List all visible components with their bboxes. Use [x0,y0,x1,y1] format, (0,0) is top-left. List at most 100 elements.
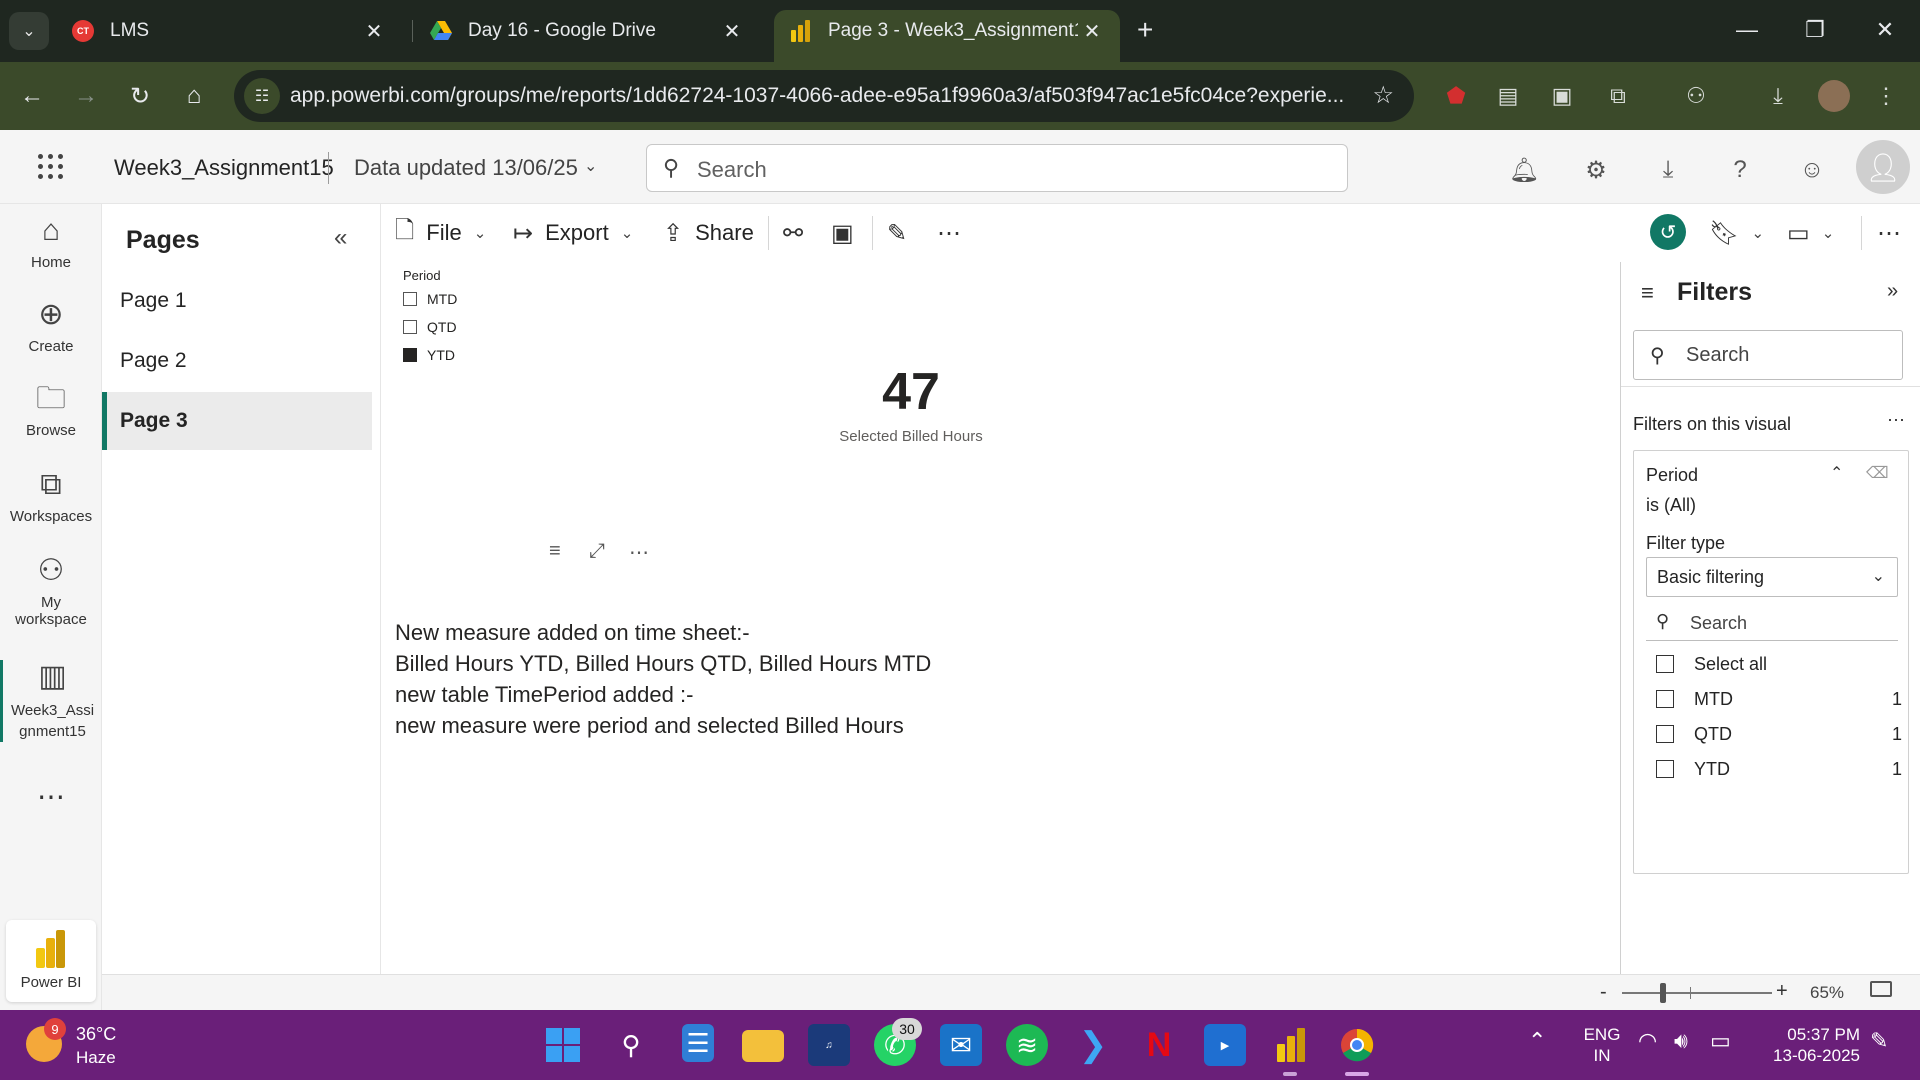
checkbox[interactable] [403,292,417,306]
eraser-icon[interactable]: ⌫ [1866,463,1889,483]
page-tab-3[interactable]: Page 3 [102,392,372,450]
forward-arrow-icon[interactable]: → [68,78,104,114]
report-name[interactable]: Week3_Assignment15 [114,155,334,181]
filter-visual-icon[interactable]: ≡ [549,540,561,563]
system-clock[interactable]: 05:37 PM 13-06-2025 [1760,1024,1860,1066]
nav-workspaces[interactable]: ⧉ Workspaces [0,468,102,525]
close-icon[interactable]: ✕ [1078,17,1106,45]
refresh-icon[interactable]: ↺ [1650,214,1686,250]
checkbox[interactable] [1656,725,1674,743]
zoom-out-button[interactable]: - [1600,981,1607,1004]
filter-value-ytd[interactable]: YTD 1 [1656,756,1902,784]
filter-value-qtd[interactable]: QTD 1 [1656,721,1902,749]
filter-select-all[interactable]: Select all [1656,651,1896,679]
notepad-icon[interactable]: ☰ [682,1024,714,1062]
expand-pane-icon[interactable]: » [1887,280,1898,303]
document-extension-icon[interactable]: ▤ [1492,80,1524,112]
page-tab-2[interactable]: Page 2 [102,332,372,390]
slicer-option-mtd[interactable]: MTD [403,291,457,307]
site-settings-icon[interactable]: ☷ [244,78,280,114]
notifications-icon[interactable]: ✎ [1870,1028,1888,1054]
filter-values-search[interactable]: ⚲ Search [1646,605,1898,641]
bookmark-icon[interactable]: 🔖︎ ⌄ [1709,218,1764,248]
download-icon[interactable]: ⤓ [1762,80,1794,112]
export-menu[interactable]: ↦ Export ⌄ [513,218,633,248]
nav-create[interactable]: ⊕ Create [0,298,102,355]
file-explorer-icon[interactable] [742,1030,784,1062]
binoculars-icon[interactable]: ⚯ [783,218,815,248]
battery-icon[interactable]: ▭ [1710,1028,1731,1054]
tab-google-drive[interactable]: Day 16 - Google Drive ✕ [414,10,760,52]
chevron-up-icon[interactable]: ⌃ [1830,463,1843,483]
outlook-icon[interactable]: ✉ [940,1024,982,1066]
more-options-icon[interactable]: ⋯ [937,218,973,248]
amazon-music-icon[interactable]: ♫ [808,1024,850,1066]
view-icon[interactable]: ▭ ⌄ [1787,218,1834,248]
filter-value-mtd[interactable]: MTD 1 [1656,686,1902,714]
profile-avatar[interactable] [1818,80,1850,112]
shield-extension-icon[interactable]: ⬟ [1440,80,1472,112]
url-box[interactable]: ☷ app.powerbi.com/groups/me/reports/1dd6… [234,70,1414,122]
prime-video-icon[interactable]: ▶ [1204,1024,1246,1066]
more-options-icon[interactable]: ⋯ [1887,410,1905,431]
search-icon[interactable]: ⚲ [610,1024,652,1066]
volume-icon[interactable]: 🔊︎ [1674,1028,1688,1054]
data-updated-label[interactable]: Data updated 13/06/25 [354,155,578,181]
more-options-icon[interactable]: ⋯ [629,540,649,565]
input-language[interactable]: ENG IN [1580,1024,1624,1066]
download-icon[interactable]: ⤓ [1652,154,1684,186]
tab-search-button[interactable]: ⌄ [9,12,49,50]
checkbox[interactable] [1656,655,1674,673]
nav-my-workspace[interactable]: ⚇ My workspace [0,554,102,628]
zoom-slider[interactable] [1622,992,1772,994]
share-button[interactable]: ⇪ Share [663,218,754,248]
nav-browse[interactable]: 🗀︎ Browse [0,382,102,439]
global-search-input[interactable]: ⚲ Search [646,144,1348,192]
checkbox[interactable] [1656,690,1674,708]
feedback-icon[interactable]: ☺ [1796,154,1828,186]
page-tab-1[interactable]: Page 1 [102,272,372,330]
incognito-icon[interactable]: ⚇ [1680,80,1712,112]
home-icon[interactable]: ⌂ [176,78,212,114]
reload-icon[interactable]: ↻ [122,78,158,114]
wifi-icon[interactable]: ◠ [1638,1028,1657,1054]
checkbox-checked[interactable] [403,348,417,362]
focus-mode-icon[interactable]: ⤢ [589,540,605,563]
bookmark-star-icon[interactable]: ☆ [1372,81,1394,110]
spotify-icon[interactable]: ≋ [1006,1024,1048,1066]
close-icon[interactable]: ✕ [360,17,388,45]
netflix-icon[interactable]: N [1138,1024,1180,1066]
minimize-button[interactable]: — [1722,10,1772,50]
back-arrow-icon[interactable]: ← [14,78,50,114]
edit-pencil-icon[interactable]: ✎ [887,218,919,248]
app-launcher-icon[interactable] [38,154,64,180]
window-extension-icon[interactable]: ▣ [1546,80,1578,112]
checkbox[interactable] [403,320,417,334]
filters-search-input[interactable]: ⚲ Search [1633,330,1903,380]
zoom-slider-thumb[interactable] [1660,983,1666,1003]
file-menu[interactable]: 🗋︎ File ⌄ [395,217,486,248]
close-icon[interactable]: ✕ [718,17,746,45]
kebab-menu-icon[interactable]: ⋮ [1870,80,1902,112]
user-avatar[interactable]: 👤︎ [1856,140,1910,194]
close-window-button[interactable]: ✕ [1860,10,1910,50]
vscode-icon[interactable]: ❯ [1072,1024,1114,1066]
more-icon[interactable]: ⋯ [0,780,102,813]
bell-icon[interactable]: 🔔︎ [1508,154,1540,186]
puzzle-extensions-icon[interactable]: ⧉ [1602,80,1634,112]
chevron-down-icon[interactable]: ⌄ [584,156,597,176]
nav-current-report[interactable]: ▥ Week3_Assignment15 [0,660,102,742]
restore-button[interactable]: ❐ [1790,10,1840,50]
powerbi-app-tile[interactable]: Power BI [6,920,96,1002]
slicer-option-ytd[interactable]: YTD [403,347,455,363]
windows-start-icon[interactable] [542,1024,584,1066]
weather-description[interactable]: Haze [76,1048,116,1068]
nav-home[interactable]: ⌂ Home [0,214,102,271]
zoom-in-button[interactable]: + [1776,980,1788,1003]
tab-lms[interactable]: CT LMS ✕ [56,10,402,52]
gear-icon[interactable]: ⚙ [1580,154,1612,186]
more-options-icon[interactable]: ⋯ [1877,218,1913,248]
checkbox[interactable] [1656,760,1674,778]
help-icon[interactable]: ? [1724,154,1756,186]
collapse-pane-icon[interactable]: « [334,224,347,252]
